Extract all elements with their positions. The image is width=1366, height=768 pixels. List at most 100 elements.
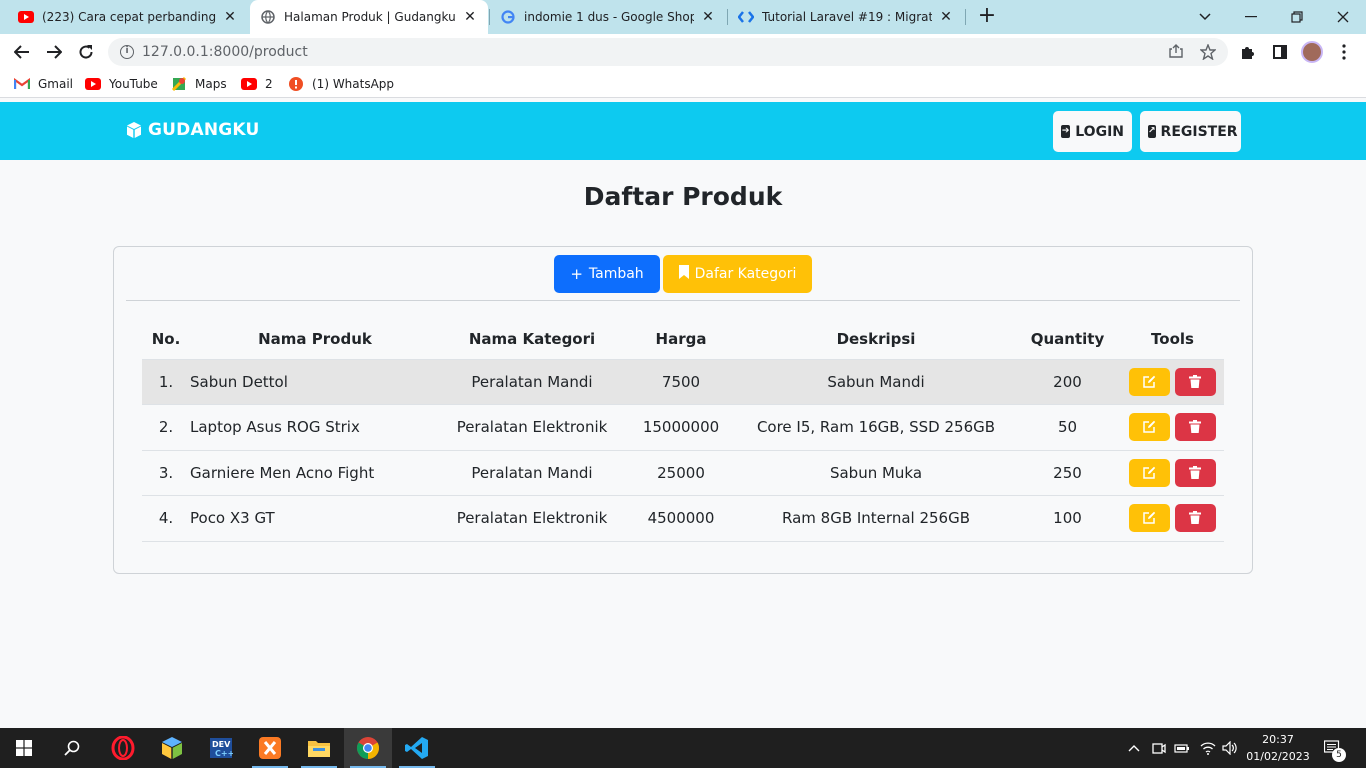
taskbar-vscode[interactable]	[393, 728, 441, 768]
delete-button[interactable]	[1175, 413, 1217, 442]
share-icon[interactable]	[1168, 44, 1184, 62]
tab-search-button[interactable]	[1182, 0, 1228, 34]
windows-icon	[16, 740, 32, 756]
close-icon[interactable]: ✕	[222, 9, 238, 25]
add-product-button[interactable]: + Tambah	[554, 255, 660, 293]
url-text: 127.0.0.1:8000/product	[142, 44, 308, 60]
notification-button[interactable]: 5	[1324, 728, 1346, 768]
start-button[interactable]	[0, 728, 48, 768]
tab-tutorial-laravel[interactable]: Tutorial Laravel #19 : Migration L ✕	[728, 0, 964, 34]
menu-kebab-icon[interactable]	[1334, 42, 1354, 62]
tab-google-shopping[interactable]: indomie 1 dus - Google Shopping ✕	[490, 0, 726, 34]
xampp-icon	[259, 737, 281, 759]
cell-qty: 250	[1014, 449, 1121, 496]
reload-button[interactable]	[74, 40, 98, 64]
taskbar-devcpp[interactable]: DEV C++	[197, 728, 245, 768]
header-deskripsi: Deskripsi	[836, 329, 916, 348]
search-button[interactable]	[48, 728, 96, 768]
taskbar-opera[interactable]	[99, 728, 147, 768]
table-row: 4. Poco X3 GT Peralatan Elektronik 45000…	[142, 495, 1224, 542]
restore-button[interactable]	[1274, 0, 1320, 34]
category-list-button[interactable]: Dafar Kategori	[663, 255, 812, 293]
youtube-icon	[85, 76, 101, 92]
login-label: LOGIN	[1075, 123, 1124, 140]
cell-name: Sabun Dettol	[190, 358, 440, 405]
bookmark-label: Maps	[195, 77, 227, 91]
volume-icon[interactable]	[1222, 728, 1238, 768]
forward-button[interactable]	[42, 40, 66, 64]
cell-no: 4.	[142, 495, 190, 542]
bookmark-gmail[interactable]: Gmail	[14, 76, 73, 92]
bookmarks-bar: Gmail YouTube Maps 2 (1) WhatsApp	[0, 70, 1366, 98]
bookmark-whatsapp[interactable]: (1) WhatsApp	[288, 76, 394, 92]
close-window-button[interactable]	[1320, 0, 1366, 34]
external-link-icon: ↗	[1148, 125, 1156, 138]
cell-price: 15000000	[624, 404, 738, 450]
edit-button[interactable]	[1128, 504, 1170, 533]
taskbar-cube-app[interactable]	[148, 728, 196, 768]
address-bar[interactable]: i 127.0.0.1:8000/product	[108, 38, 1228, 66]
code-icon	[738, 9, 754, 25]
close-icon[interactable]: ✕	[938, 9, 954, 25]
side-panel-icon[interactable]	[1270, 42, 1290, 62]
register-button[interactable]: ↗ REGISTER	[1140, 111, 1241, 152]
wifi-icon[interactable]	[1200, 728, 1216, 768]
battery-icon[interactable]	[1174, 728, 1190, 768]
bookmark-2[interactable]: 2	[241, 76, 273, 92]
taskbar-xampp[interactable]	[246, 728, 294, 768]
bookmark-label: YouTube	[109, 77, 158, 91]
bookmark-maps[interactable]: Maps	[171, 76, 227, 92]
edit-button[interactable]	[1128, 367, 1170, 396]
back-button[interactable]	[10, 40, 34, 64]
tab-title: indomie 1 dus - Google Shopping	[524, 10, 694, 24]
edit-button[interactable]	[1128, 413, 1170, 442]
tray-chevron-icon[interactable]	[1128, 728, 1140, 768]
trash-icon	[1189, 511, 1202, 525]
brand-logo[interactable]: GUDANGKU	[125, 120, 260, 140]
bookmark-star-icon[interactable]	[1199, 43, 1217, 64]
tab-title: Tutorial Laravel #19 : Migration L	[762, 10, 932, 24]
cell-tools	[1121, 404, 1224, 450]
page-title: Daftar Produk	[583, 182, 783, 211]
cell-tools	[1121, 495, 1224, 542]
close-icon[interactable]: ✕	[462, 9, 478, 25]
globe-icon	[260, 9, 276, 25]
cell-no: 3.	[142, 449, 190, 496]
header-harga: Harga	[655, 329, 707, 348]
close-icon[interactable]: ✕	[700, 9, 716, 25]
new-tab-button[interactable]: +	[975, 5, 999, 29]
trash-icon	[1189, 374, 1202, 388]
bookmark-youtube[interactable]: YouTube	[85, 76, 158, 92]
cell-category: Peralatan Mandi	[440, 358, 624, 405]
tab-title: Halaman Produk | Gudangku	[284, 10, 456, 24]
taskbar: DEV C++ 20:37 01/02/2023 5	[0, 728, 1366, 768]
tab-youtube[interactable]: (223) Cara cepat perbandingan p ✕	[8, 0, 248, 34]
tab-separator	[965, 9, 966, 25]
cell-price: 7500	[624, 358, 738, 405]
site-info-icon[interactable]: i	[120, 45, 134, 59]
extensions-icon[interactable]	[1238, 42, 1258, 62]
tab-halaman-produk[interactable]: Halaman Produk | Gudangku ✕	[250, 0, 488, 34]
cell-qty: 200	[1014, 358, 1121, 405]
taskbar-file-explorer[interactable]	[295, 728, 343, 768]
cell-desc: Sabun Muka	[738, 449, 1014, 496]
delete-button[interactable]	[1175, 367, 1217, 396]
meet-now-icon[interactable]	[1152, 728, 1166, 768]
clock[interactable]: 20:37 01/02/2023	[1240, 731, 1316, 765]
login-button[interactable]: ➔ LOGIN	[1053, 111, 1132, 152]
edit-button[interactable]	[1128, 458, 1170, 487]
profile-avatar[interactable]	[1301, 41, 1323, 63]
register-label: REGISTER	[1160, 123, 1238, 140]
card-header: + Tambah Dafar Kategori	[126, 247, 1240, 301]
table-row: 3. Garniere Men Acno Fight Peralatan Man…	[142, 449, 1224, 496]
bookmark-label: Gmail	[38, 77, 74, 91]
table-header-row: No. Nama Produk Nama Kategori Harga Desk…	[142, 319, 1224, 359]
navbar: GUDANGKU ➔ LOGIN ↗ REGISTER	[0, 102, 1366, 160]
cell-tools	[1121, 449, 1224, 496]
minimize-button[interactable]	[1228, 0, 1274, 34]
folder-icon	[308, 741, 330, 757]
delete-button[interactable]	[1175, 504, 1217, 533]
taskbar-chrome[interactable]	[344, 728, 392, 768]
delete-button[interactable]	[1175, 458, 1217, 487]
trash-icon	[1189, 420, 1202, 434]
